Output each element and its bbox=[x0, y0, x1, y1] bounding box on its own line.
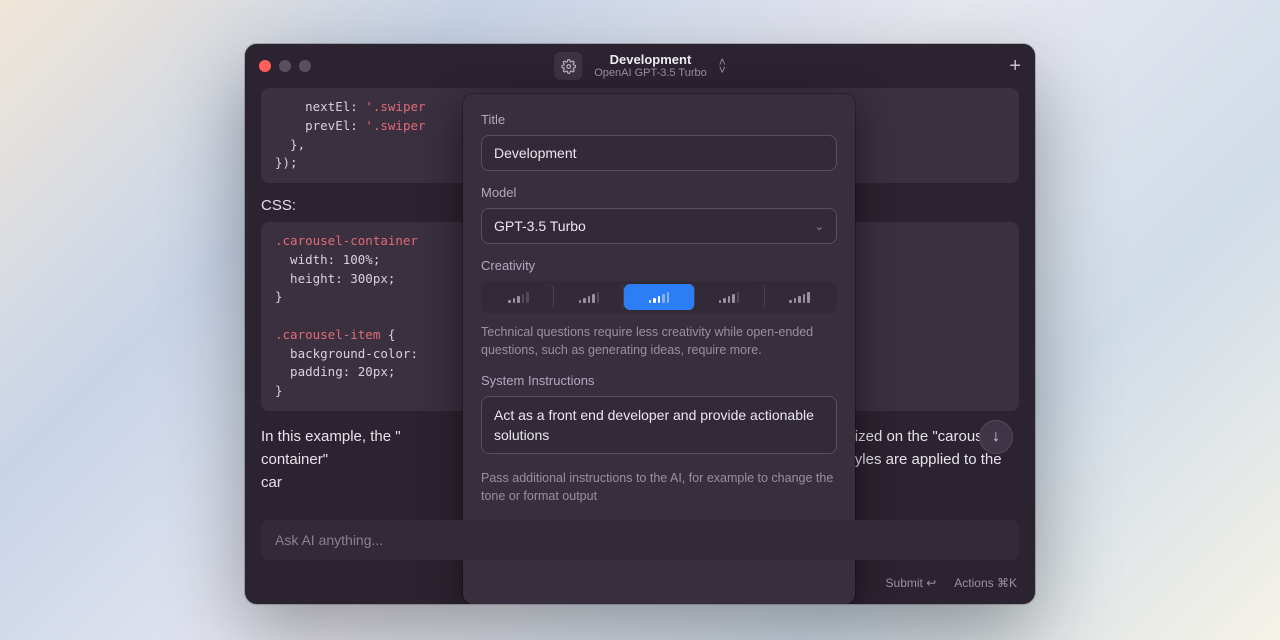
gear-icon bbox=[561, 59, 576, 74]
chat-input-placeholder: Ask AI anything... bbox=[275, 532, 383, 548]
model-value: GPT-3.5 Turbo bbox=[494, 218, 586, 234]
titlebar: Development OpenAI GPT-3.5 Turbo ˄˅ + bbox=[245, 44, 1035, 88]
close-window-button[interactable] bbox=[259, 60, 271, 72]
window-controls bbox=[259, 60, 311, 72]
creativity-segmented bbox=[481, 281, 837, 313]
system-help: Pass additional instructions to the AI, … bbox=[481, 469, 837, 505]
creativity-option-1[interactable] bbox=[484, 284, 554, 310]
system-instructions-input[interactable] bbox=[481, 396, 837, 454]
minimize-window-button[interactable] bbox=[279, 60, 291, 72]
arrow-down-icon: ↓ bbox=[992, 428, 1000, 446]
title: Development bbox=[594, 52, 707, 68]
creativity-option-4[interactable] bbox=[695, 284, 765, 310]
creativity-option-5[interactable] bbox=[765, 284, 834, 310]
system-label: System Instructions bbox=[481, 373, 837, 388]
settings-button[interactable] bbox=[554, 52, 582, 80]
submit-hint: Submit ↩ bbox=[886, 576, 937, 590]
zoom-window-button[interactable] bbox=[299, 60, 311, 72]
app-window: Development OpenAI GPT-3.5 Turbo ˄˅ + ne… bbox=[245, 44, 1035, 604]
creativity-option-3[interactable] bbox=[624, 284, 694, 310]
chat-input[interactable]: Ask AI anything... bbox=[261, 520, 1019, 560]
subtitle: OpenAI GPT-3.5 Turbo bbox=[594, 67, 707, 80]
footer-hints: Submit ↩ Actions ⌘K bbox=[886, 576, 1017, 590]
title-label: Title bbox=[481, 112, 837, 127]
new-chat-button[interactable]: + bbox=[1009, 55, 1021, 78]
title-input[interactable] bbox=[481, 135, 837, 171]
creativity-label: Creativity bbox=[481, 258, 837, 273]
scroll-to-bottom-button[interactable]: ↓ bbox=[979, 420, 1013, 454]
model-select[interactable]: GPT-3.5 Turbo ⌄ bbox=[481, 208, 837, 244]
chevron-down-icon: ⌄ bbox=[815, 220, 824, 233]
creativity-help: Technical questions require less creativ… bbox=[481, 323, 837, 359]
creativity-option-2[interactable] bbox=[554, 284, 624, 310]
chevron-updown-icon: ˄˅ bbox=[719, 58, 726, 74]
model-label: Model bbox=[481, 185, 837, 200]
actions-hint: Actions ⌘K bbox=[954, 576, 1017, 590]
title-dropdown[interactable]: Development OpenAI GPT-3.5 Turbo bbox=[594, 52, 707, 81]
